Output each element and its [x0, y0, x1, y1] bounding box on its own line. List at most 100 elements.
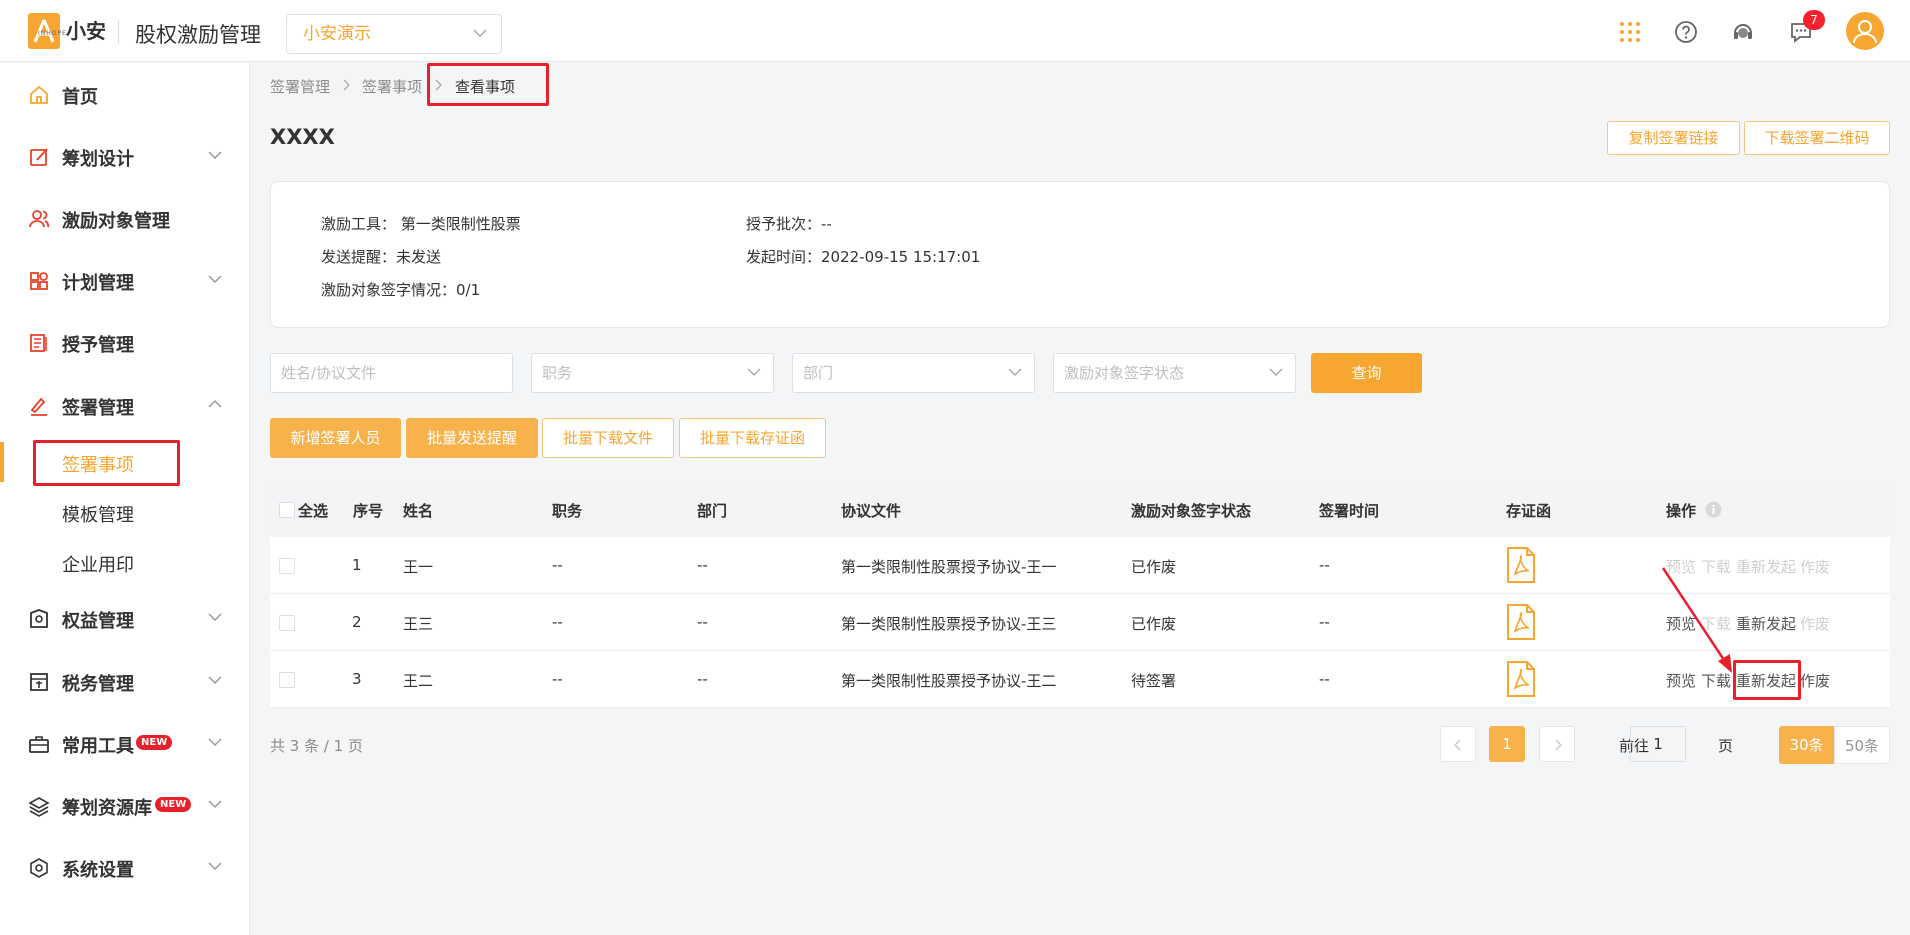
cell-department: --: [697, 556, 708, 574]
add-signer-button[interactable]: 新增签署人员: [270, 418, 401, 458]
pdf-icon[interactable]: [1506, 604, 1536, 640]
info-icon[interactable]: [1705, 501, 1722, 518]
sidebar-item-settings[interactable]: 系统设置: [0, 847, 250, 887]
sidebar-item-home[interactable]: 首页: [0, 74, 250, 114]
page-number-current[interactable]: 1: [1489, 726, 1525, 762]
cell-status: 已作废: [1131, 615, 1177, 633]
toolbox-icon: [29, 736, 49, 753]
row-checkbox[interactable]: [279, 615, 295, 631]
info-value: 0/1: [456, 281, 481, 299]
customer-service-icon[interactable]: [1731, 20, 1755, 44]
row-checkbox[interactable]: [279, 558, 295, 574]
sidebar-item-plans[interactable]: 计划管理: [0, 260, 250, 300]
help-icon[interactable]: [1674, 20, 1698, 44]
batch-download-cert-button[interactable]: 批量下载存证函: [679, 418, 826, 458]
layers-icon: [28, 797, 50, 817]
pdf-icon[interactable]: [1506, 661, 1536, 697]
cell-file[interactable]: 第一类限制性股票授予协议-王一: [841, 556, 1056, 577]
position-select[interactable]: 职务: [531, 353, 774, 393]
goto-page-input[interactable]: 1: [1630, 726, 1686, 762]
top-header: 小安 INHOPE 股权激励管理 小安演示 7: [0, 0, 1910, 62]
batch-remind-button[interactable]: 批量发送提醒: [406, 418, 538, 458]
page-unit-label: 页: [1718, 737, 1734, 755]
sidebar-item-planning[interactable]: 筹划设计: [0, 136, 250, 176]
page-size-30[interactable]: 30条: [1779, 726, 1834, 764]
column-header: 激励对象签字状态: [1131, 502, 1252, 520]
select-all-checkbox[interactable]: [279, 502, 295, 518]
sidebar-item-tax[interactable]: 税务管理: [0, 661, 250, 701]
cell-status: 待签署: [1131, 672, 1177, 690]
annotation-arrow: [1661, 567, 1732, 673]
logo-text: 小安: [66, 19, 106, 43]
cell-time: --: [1319, 613, 1330, 631]
sign-status-select[interactable]: 激励对象签字状态: [1053, 353, 1296, 393]
sidebar-subitem-seals[interactable]: 企业用印: [0, 542, 250, 582]
row-checkbox[interactable]: [279, 672, 295, 688]
cell-name: 王一: [403, 558, 434, 576]
void-link[interactable]: 作废: [1800, 613, 1830, 634]
sidebar-item-label: 激励对象管理: [62, 211, 170, 232]
download-qr-button[interactable]: 下载签署二维码: [1744, 121, 1890, 155]
chevron-down-icon: [1269, 368, 1283, 377]
page-size-50[interactable]: 50条: [1834, 726, 1890, 764]
column-header: 操作: [1666, 502, 1697, 520]
copy-sign-link-button[interactable]: 复制签署链接: [1607, 121, 1740, 155]
info-start-time: 发起时间：2022-09-15 15:17:01: [746, 246, 980, 267]
chevron-right-icon: [343, 79, 350, 91]
chevron-down-icon: [208, 738, 222, 747]
cell-file[interactable]: 第一类限制性股票授予协议-王二: [841, 670, 1056, 691]
page-title: XXXX: [270, 125, 335, 149]
info-label: 发起时间：: [746, 248, 822, 266]
sidebar-item-signing[interactable]: 签署管理: [0, 385, 250, 425]
cell-name: 王二: [403, 672, 434, 690]
sidebar-item-label: 筹划资源库: [62, 798, 152, 819]
sidebar-item-resources[interactable]: 筹划资源库 NEW: [0, 785, 250, 825]
resend-link[interactable]: 重新发起: [1736, 613, 1796, 634]
chevron-down-icon: [473, 29, 487, 38]
chevron-down-icon: [208, 151, 222, 160]
sign-icon: [30, 397, 47, 416]
info-label: 授予批次：: [746, 215, 822, 233]
sidebar-subitem-label: 模板管理: [62, 505, 134, 526]
cell-department: --: [697, 670, 708, 688]
prev-page-button[interactable]: [1440, 726, 1476, 762]
search-input[interactable]: 姓名/协议文件: [270, 353, 513, 393]
void-link[interactable]: 作废: [1800, 670, 1830, 691]
sidebar-item-rights[interactable]: 权益管理: [0, 598, 250, 638]
breadcrumb-item[interactable]: 签署管理: [270, 76, 330, 97]
chevron-down-icon: [208, 676, 222, 685]
position-placeholder: 职务: [542, 364, 573, 382]
info-value: 未发送: [396, 248, 442, 266]
sidebar-item-tools[interactable]: 常用工具 NEW: [0, 723, 250, 763]
company-select[interactable]: 小安演示: [286, 14, 502, 54]
pdf-icon[interactable]: [1506, 547, 1536, 583]
highlight-box: [33, 440, 180, 486]
sidebar-item-grants[interactable]: 授予管理: [0, 322, 250, 362]
message-badge: 7: [1803, 10, 1825, 30]
void-link[interactable]: 作废: [1800, 556, 1830, 577]
settings-icon: [30, 858, 48, 878]
avatar[interactable]: [1846, 12, 1884, 50]
company-select-value: 小安演示: [303, 24, 371, 44]
next-page-button[interactable]: [1539, 726, 1575, 762]
cell-file[interactable]: 第一类限制性股票授予协议-王三: [841, 613, 1056, 634]
highlight-box: [427, 63, 549, 106]
grid-icon: [30, 272, 48, 290]
info-batch: 授予批次：--: [746, 213, 832, 234]
batch-download-button[interactable]: 批量下载文件: [542, 418, 674, 458]
cell-time: --: [1319, 556, 1330, 574]
apps-grid-icon[interactable]: [1618, 20, 1642, 44]
sidebar-item-participants[interactable]: 激励对象管理: [0, 198, 250, 238]
sidebar-item-label: 税务管理: [62, 674, 134, 695]
chevron-down-icon: [208, 613, 222, 622]
home-icon: [30, 85, 48, 104]
department-select[interactable]: 部门: [792, 353, 1035, 393]
resend-link[interactable]: 重新发起: [1736, 556, 1796, 577]
query-button[interactable]: 查询: [1311, 353, 1422, 393]
search-placeholder: 姓名/协议文件: [281, 364, 377, 382]
new-tag: NEW: [136, 735, 173, 750]
info-label: 激励对象签字情况：: [321, 281, 457, 299]
sidebar-item-label: 系统设置: [62, 860, 134, 881]
breadcrumb-item[interactable]: 签署事项: [362, 76, 422, 97]
sidebar-subitem-templates[interactable]: 模板管理: [0, 492, 250, 532]
